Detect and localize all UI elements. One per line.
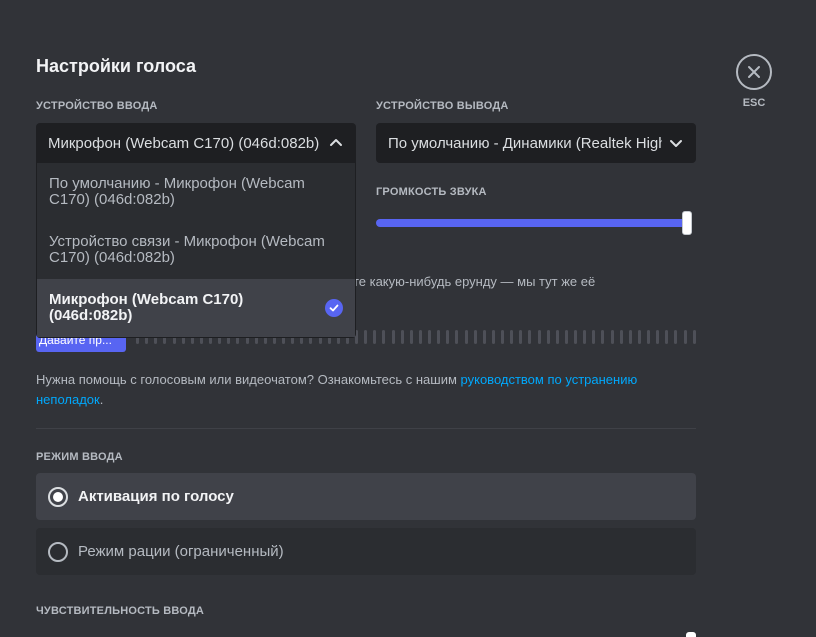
- help-text-body: Нужна помощь с голосовым или видеочатом?…: [36, 372, 461, 387]
- chevron-up-icon: [330, 139, 342, 146]
- input-option-webcam[interactable]: Микрофон (Webcam C170) (046d:082b): [37, 279, 355, 337]
- meter-bar: [382, 330, 386, 344]
- output-volume-label: ГРОМКОСТЬ ЗВУКА: [376, 186, 487, 198]
- input-option-default[interactable]: По умолчанию - Микрофон (Webcam C170) (0…: [37, 163, 355, 221]
- input-option-communication[interactable]: Устройство связи - Микрофон (Webcam C170…: [37, 221, 355, 279]
- help-text: Нужна помощь с голосовым или видеочатом?…: [36, 370, 686, 410]
- checkmark-icon: [325, 299, 343, 317]
- meter-bar: [501, 330, 504, 344]
- output-device-label: УСТРОЙСТВО ВЫВОДА: [376, 100, 509, 112]
- meter-bar: [464, 330, 468, 344]
- close-icon: [748, 66, 760, 78]
- meter-bar: [537, 330, 541, 344]
- output-device-value: По умолчанию - Динамики (Realtek High De…: [388, 134, 662, 152]
- meter-bar: [409, 330, 413, 344]
- output-device-select[interactable]: По умолчанию - Динамики (Realtek High De…: [376, 123, 696, 163]
- input-mode-push-to-talk[interactable]: Режим рации (ограниченный): [36, 528, 696, 575]
- input-mode-option-label: Активация по голосу: [78, 488, 234, 505]
- divider: [36, 428, 696, 429]
- meter-bar: [555, 330, 559, 344]
- radio-unchecked-icon: [48, 541, 68, 562]
- input-sensitivity-thumb[interactable]: [686, 632, 696, 637]
- meter-bar: [601, 330, 605, 344]
- output-volume-thumb[interactable]: [682, 211, 692, 235]
- esc-label: ESC: [742, 97, 766, 109]
- output-volume-track[interactable]: [376, 219, 692, 227]
- meter-bar: [364, 330, 368, 344]
- input-option-label: По умолчанию - Микрофон (Webcam C170) (0…: [49, 175, 305, 208]
- voice-settings-page: Настройки голоса ESC УСТРОЙСТВО ВВОДА Ми…: [0, 0, 816, 637]
- meter-bar: [428, 330, 431, 344]
- mic-test-hint: ките какую-нибудь ерунду — мы тут же её: [340, 274, 596, 289]
- input-sensitivity-label: ЧУВСТВИТЕЛЬНОСТЬ ВВОДА: [36, 605, 205, 617]
- input-mode-voice-activity[interactable]: Активация по голосу: [36, 473, 696, 520]
- meter-bar: [610, 330, 614, 344]
- meter-bar: [683, 330, 687, 344]
- meter-bar: [418, 330, 422, 344]
- meter-bar: [692, 330, 696, 344]
- page-title: Настройки голоса: [36, 56, 196, 76]
- meter-bar: [656, 330, 660, 344]
- meter-bar: [491, 330, 495, 344]
- meter-bar: [583, 330, 587, 344]
- meter-bar: [482, 330, 486, 344]
- radio-checked-icon: [48, 486, 68, 507]
- help-text-suffix: .: [99, 392, 104, 407]
- input-option-label: Микрофон (Webcam C170) (046d:082b): [49, 291, 244, 324]
- meter-bar: [619, 330, 623, 344]
- meter-bar: [574, 330, 577, 344]
- meter-bar: [455, 330, 459, 344]
- meter-bar: [391, 330, 395, 344]
- close-area: ESC: [736, 54, 772, 109]
- meter-bar: [473, 330, 477, 344]
- input-device-select[interactable]: Микрофон (Webcam C170) (046d:082b): [36, 123, 356, 163]
- input-mode-label: РЕЖИМ ВВОДА: [36, 451, 123, 463]
- input-device-value: Микрофон (Webcam C170) (046d:082b): [48, 134, 320, 152]
- chevron-down-icon: [670, 140, 682, 147]
- input-mode-option-label: Режим рации (ограниченный): [78, 543, 284, 560]
- meter-bar: [528, 330, 532, 344]
- meter-bar: [510, 330, 514, 344]
- meter-bar: [400, 330, 404, 344]
- meter-bar: [637, 330, 641, 344]
- meter-bar: [674, 330, 678, 344]
- meter-bar: [373, 330, 377, 344]
- meter-bar: [647, 330, 650, 344]
- input-device-label: УСТРОЙСТВО ВВОДА: [36, 100, 158, 112]
- meter-bar: [546, 330, 550, 344]
- meter-bar: [446, 330, 450, 344]
- meter-bar: [592, 330, 596, 344]
- meter-bar: [437, 330, 441, 344]
- input-option-label: Устройство связи - Микрофон (Webcam C170…: [49, 233, 325, 266]
- meter-bar: [564, 330, 568, 344]
- input-device-dropdown: По умолчанию - Микрофон (Webcam C170) (0…: [36, 163, 356, 338]
- meter-bar: [519, 330, 523, 344]
- meter-bar: [665, 330, 669, 344]
- close-button[interactable]: [736, 54, 772, 90]
- meter-bar: [628, 330, 632, 344]
